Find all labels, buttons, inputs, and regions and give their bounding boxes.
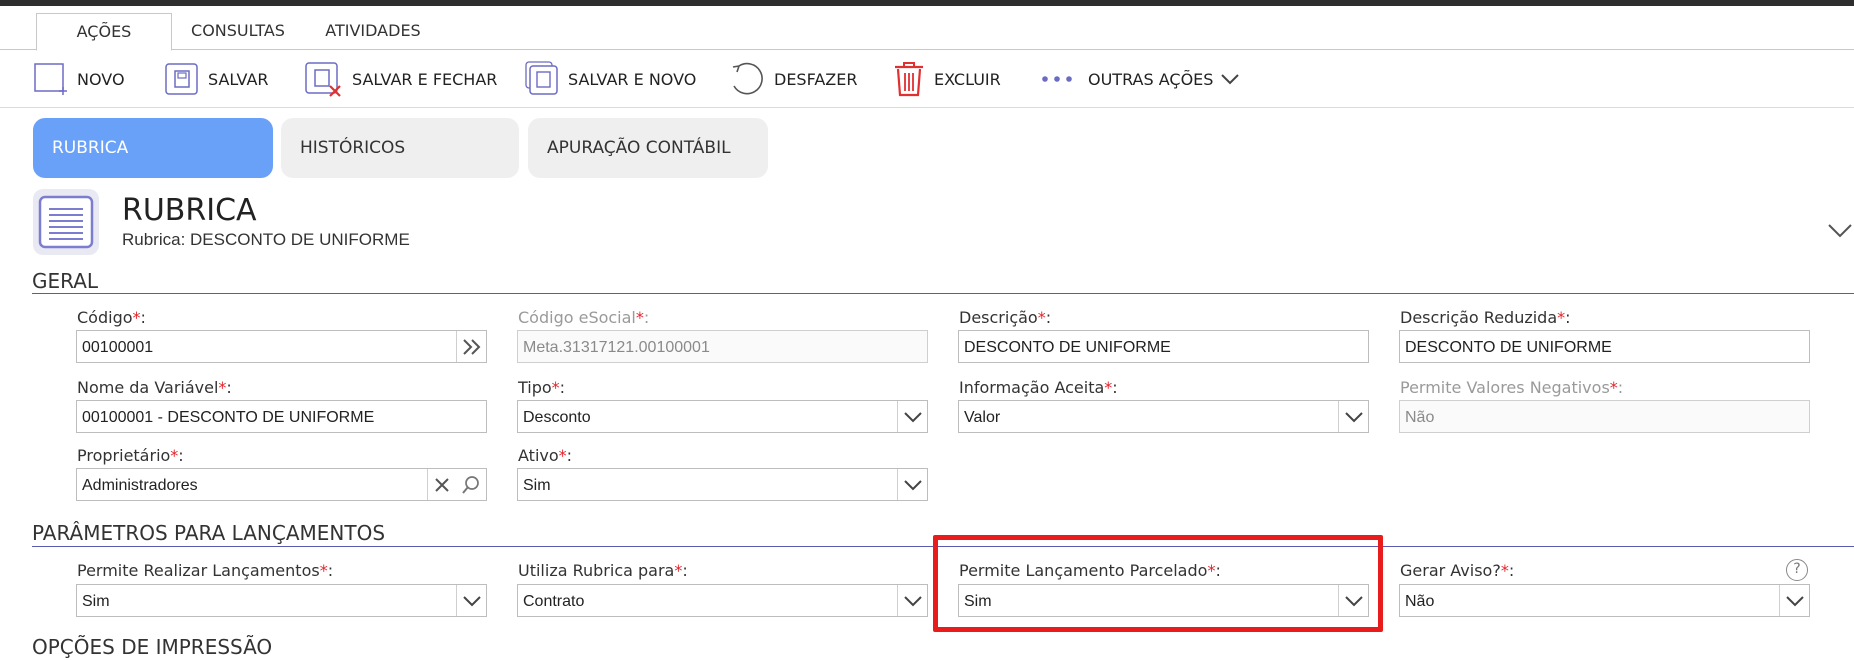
save-new-icon [525,61,558,95]
collapse-chevron-icon[interactable] [1826,218,1854,248]
chevron-down-icon[interactable] [1779,585,1809,616]
section-title-impressao: OPÇÕES DE IMPRESSÃO [32,635,273,659]
chevron-down-icon[interactable] [1338,401,1368,432]
tab-rubrica[interactable]: RUBRICA [33,118,273,178]
codigo-input[interactable]: 00100001 [76,330,487,363]
save-button[interactable]: SALVAR [164,60,269,98]
save-icon [165,63,198,95]
chevron-down-icon[interactable] [897,401,927,432]
label-informacao-aceita: Informação Aceita*: [959,378,1118,397]
tipo-select[interactable]: Desconto [517,400,928,433]
label-proprietario: Proprietário*: [77,446,184,465]
tab-apuracao-contabil[interactable]: APURAÇÃO CONTÁBIL [528,118,768,178]
label-gerar-aviso: Gerar Aviso?*: [1400,561,1515,580]
label-permite-negativos: Permite Valores Negativos*: [1400,378,1624,397]
main-tabs: AÇÕES CONSULTAS ATIVIDADES [0,6,1854,51]
save-close-button[interactable]: SALVAR E FECHAR [304,60,497,98]
permite-negativos-field: Não [1399,400,1810,433]
section-divider [32,546,1854,547]
gerar-aviso-select[interactable]: Não [1399,584,1810,617]
utiliza-rubrica-select[interactable]: Contrato [517,584,928,617]
tab-atividades[interactable]: ATIVIDADES [314,13,432,51]
new-document-icon [34,63,67,95]
tab-acoes[interactable]: AÇÕES [36,13,172,51]
chevron-down-icon [1221,74,1240,85]
toolbar: NOVO SALVAR SALVAR E FECHAR SALVAR E NOV… [0,50,1854,108]
label-tipo: Tipo*: [518,378,566,397]
label-permite-lancamentos: Permite Realizar Lançamentos*: [77,561,334,580]
save-close-icon [305,62,341,97]
section-divider [32,293,1854,294]
save-new-button[interactable]: SALVAR E NOVO [524,60,696,98]
clear-x-icon[interactable] [427,469,457,500]
descricao-reduzida-input[interactable]: DESCONTO DE UNIFORME [1399,330,1810,363]
proprietario-input[interactable]: Administradores [76,468,487,501]
nome-variavel-input[interactable]: 00100001 - DESCONTO DE UNIFORME [76,400,487,433]
label-descricao: Descrição*: [959,308,1052,327]
ativo-select[interactable]: Sim [517,468,928,501]
section-title-parametros: PARÂMETROS PARA LANÇAMENTOS [32,521,386,545]
delete-button[interactable]: EXCLUIR [892,60,1001,98]
trash-icon [895,62,923,97]
undo-icon [732,62,763,95]
chevron-down-icon[interactable] [1338,585,1368,616]
section-title-geral: GERAL [32,269,99,293]
page-subtitle: Rubrica: DESCONTO DE UNIFORME [122,230,410,249]
informacao-aceita-select[interactable]: Valor [958,400,1369,433]
undo-button[interactable]: DESFAZER [728,60,857,98]
codigo-esocial-field: Meta.31317121.00100001 [517,330,928,363]
label-utiliza-rubrica: Utiliza Rubrica para*: [518,561,688,580]
label-codigo: Código*: [77,308,146,327]
label-codigo-esocial: Código eSocial*: [518,308,650,327]
double-chevron-right-icon[interactable] [456,331,486,362]
label-nome-variavel: Nome da Variável*: [77,378,232,397]
search-icon[interactable] [456,469,486,500]
label-ativo: Ativo*: [518,446,573,465]
more-actions-button[interactable]: OUTRAS AÇÕES [1040,60,1241,98]
permite-lancamentos-select[interactable]: Sim [76,584,487,617]
chevron-down-icon[interactable] [897,469,927,500]
lancamento-parcelado-select[interactable]: Sim [958,584,1369,617]
chevron-down-icon[interactable] [456,585,486,616]
help-icon[interactable]: ? [1786,559,1808,581]
rubrica-document-icon [33,189,99,255]
tab-consultas[interactable]: CONSULTAS [176,13,300,51]
more-dots-icon [1042,76,1072,82]
label-descricao-reduzida: Descrição Reduzida*: [1400,308,1571,327]
descricao-input[interactable]: DESCONTO DE UNIFORME [958,330,1369,363]
chevron-down-icon[interactable] [897,585,927,616]
page-title: RUBRICA [122,193,257,228]
new-button[interactable]: NOVO [33,60,125,98]
label-lancamento-parcelado: Permite Lançamento Parcelado*: [959,561,1221,580]
tab-historicos[interactable]: HISTÓRICOS [281,118,519,178]
